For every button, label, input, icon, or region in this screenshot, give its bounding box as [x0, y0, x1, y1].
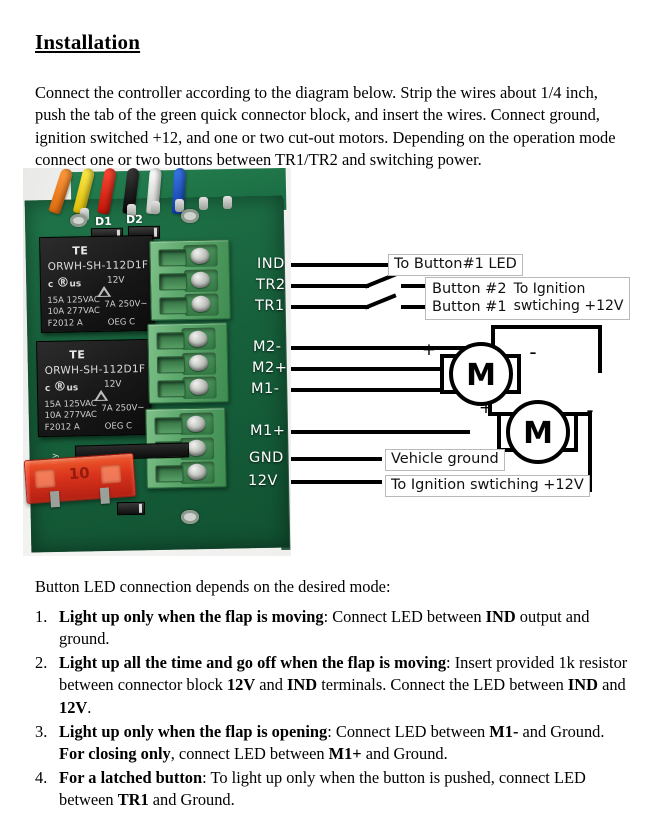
intro-paragraph: Connect the controller according to the …: [35, 83, 616, 169]
list-item-mode-3: 3. Light up only when the flap is openin…: [35, 721, 631, 765]
list-item-mode-4: 4. For a latched button: To light up onl…: [35, 767, 631, 811]
callout-button1-led: To Button#1 LED: [388, 254, 523, 277]
callout-vehicle-ground: Vehicle ground: [385, 449, 505, 472]
modes-lead-in: Button LED connection depends on the des…: [35, 577, 391, 596]
list-item-mode-1: 1. Light up only when the flap is moving…: [35, 606, 631, 650]
switch-lever-tr2: [364, 272, 397, 289]
list-number: 2.: [35, 653, 48, 673]
page-title: Installation: [35, 30, 141, 54]
mode-4-title: For a latched button: [59, 767, 203, 787]
mode-3-title: Light up only when the flap is opening: [59, 721, 328, 741]
switch-lever-tr1: [364, 293, 397, 310]
motor-2-minus-label: -: [586, 398, 593, 422]
mode-1-title: Light up only when the flap is moving: [59, 607, 324, 626]
list-number: 1.: [35, 607, 48, 626]
list-item-mode-2: 2. Light up all the time and go off when…: [35, 652, 631, 718]
callout-ignition-12v: To Ignition swtiching +12V: [385, 475, 590, 498]
motor-1-plus-label: +: [422, 340, 436, 360]
callout-button1-label: Button #1: [432, 299, 507, 316]
callout-ignition-line1: To Ignition: [513, 280, 586, 297]
list-number: 3.: [35, 721, 48, 741]
callout-buttons-ignition: Button #2 Button #1 To Ignition swtichin…: [425, 277, 631, 321]
wiring-schematic: M + - M + -: [291, 263, 602, 492]
motor-2-plus-label: +: [479, 398, 493, 418]
callout-ignition-line2: swtiching +12V: [513, 298, 624, 315]
motor-2-symbol: M: [523, 416, 553, 451]
list-number: 4.: [35, 767, 48, 787]
motor-1-symbol: M: [466, 358, 496, 393]
callout-button2-label: Button #2: [432, 281, 507, 297]
led-modes-list: 1. Light up only when the flap is moving…: [35, 606, 631, 813]
motor-1-minus-label: -: [529, 340, 536, 364]
mode-2-title: Light up all the time and go off when th…: [59, 653, 447, 673]
